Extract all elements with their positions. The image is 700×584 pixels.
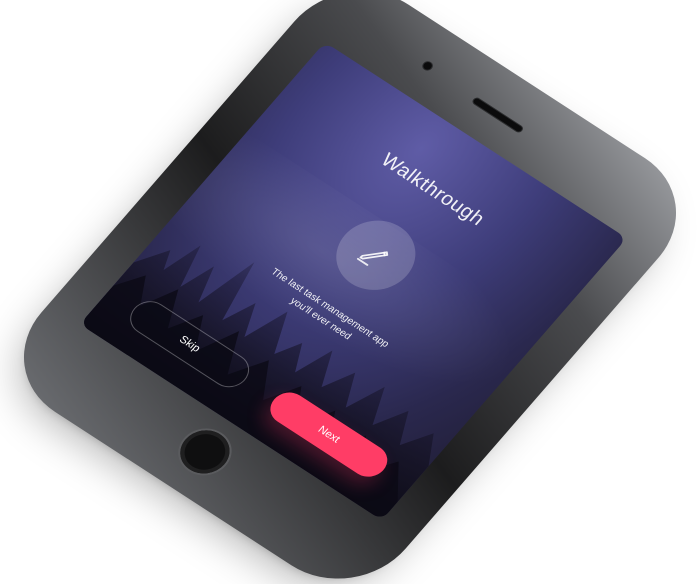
front-camera: [421, 60, 434, 72]
app-preview: Walkthrough The last task management app…: [0, 0, 700, 584]
earpiece-speaker: [472, 97, 524, 133]
pencil-icon: [356, 251, 389, 266]
home-button[interactable]: [170, 421, 240, 482]
phone-device: Walkthrough The last task management app…: [1, 0, 699, 584]
walkthrough-screen: Walkthrough The last task management app…: [79, 42, 627, 521]
